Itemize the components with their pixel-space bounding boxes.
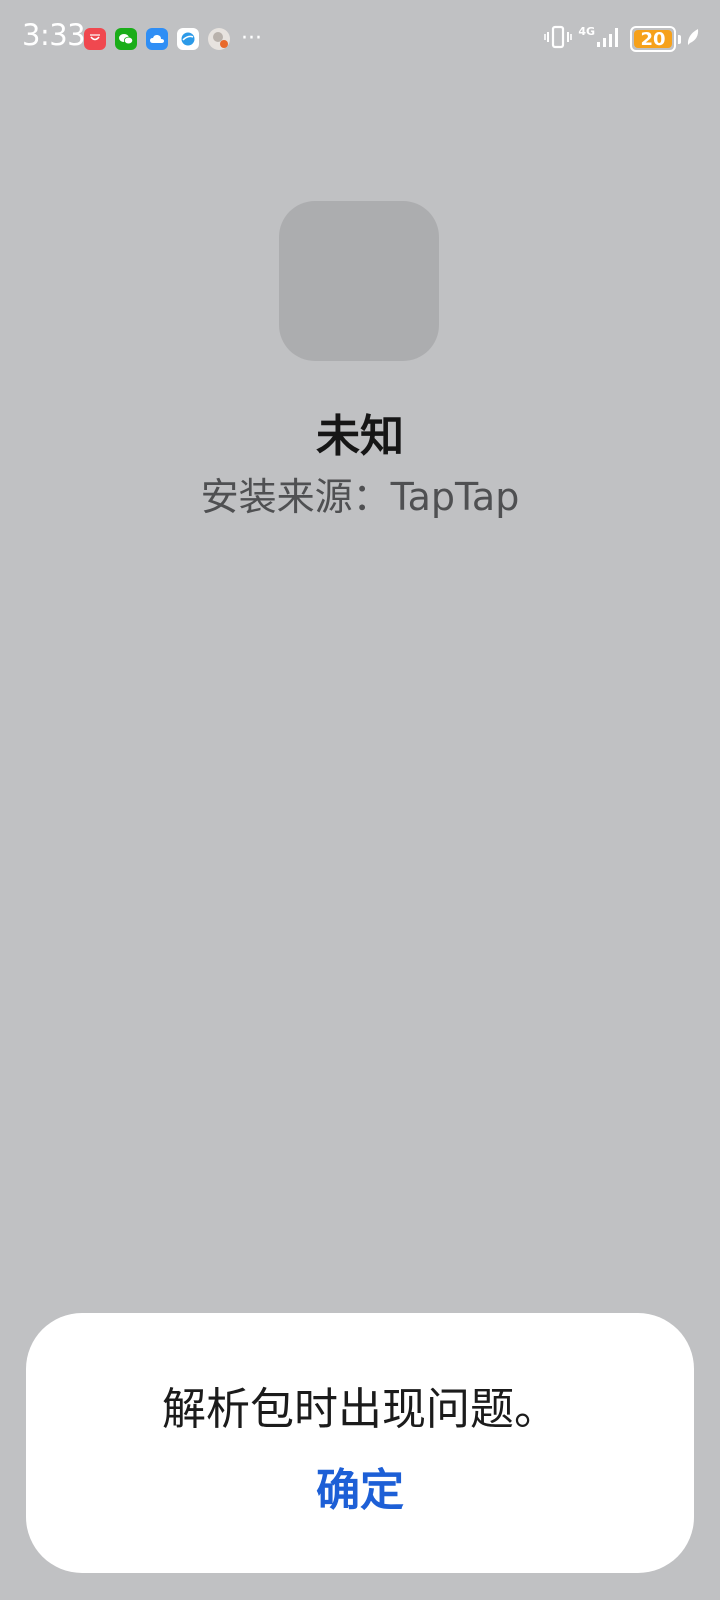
- vibrate-icon: [544, 24, 573, 54]
- dialog-message: 解析包时出现问题。: [162, 1384, 558, 1435]
- parse-error-dialog: 解析包时出现问题。 确定: [26, 1313, 694, 1573]
- confirm-button[interactable]: 确定: [260, 1459, 460, 1523]
- install-source-label: 安装来源：TapTap: [200, 475, 520, 519]
- notification-icons: ···: [84, 26, 262, 52]
- more-notifications-indicator: ···: [241, 26, 262, 51]
- status-time: 3:33: [22, 18, 86, 52]
- battery-level: 20: [640, 28, 666, 50]
- battery-tip: [678, 34, 681, 44]
- power-saving-leaf-icon: [686, 27, 700, 51]
- cloud-icon: [146, 28, 168, 50]
- status-bar: 3:33 ··· 4G 20: [0, 0, 720, 78]
- huawei-appgallery-icon: [84, 28, 106, 50]
- avatar-app-icon: [208, 28, 230, 50]
- app-icon-placeholder: [279, 201, 439, 361]
- browser-icon: [177, 28, 199, 50]
- app-name: 未知: [316, 411, 404, 462]
- wechat-icon: [115, 28, 137, 50]
- signal-strength-icon: [596, 25, 622, 53]
- system-status-icons: 4G 20: [544, 24, 700, 54]
- network-type-label: 4G: [578, 25, 595, 38]
- battery-indicator: 20: [630, 26, 676, 52]
